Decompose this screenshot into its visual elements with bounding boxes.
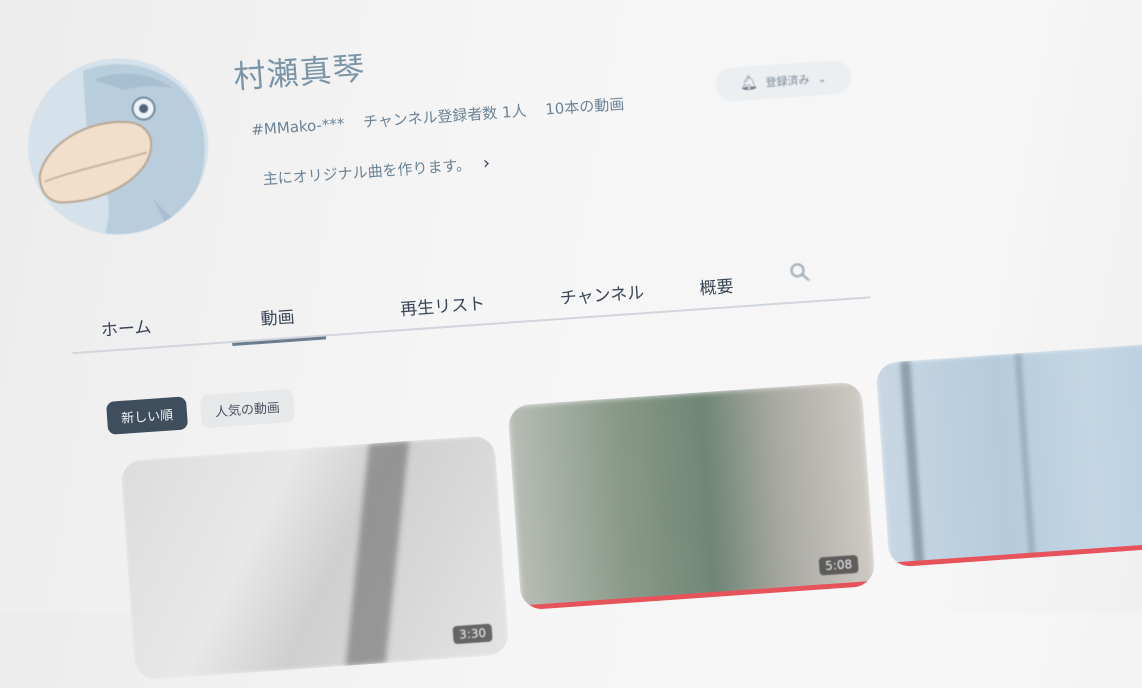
channel-meta: #MMako-*** チャンネル登録者数 1人 10本の動画: [251, 92, 639, 140]
chevron-down-icon: ⌄: [817, 71, 828, 85]
channel-tabs: ホーム 動画 再生リスト チャンネル 概要: [69, 256, 871, 355]
video-duration: 3:30: [452, 623, 493, 645]
chip-newest[interactable]: 新しい順: [106, 396, 189, 435]
tab-videos[interactable]: 動画: [260, 303, 295, 330]
channel-handle: #MMako-***: [250, 114, 345, 140]
video-thumbnail: [120, 434, 510, 681]
tab-home[interactable]: ホーム: [100, 313, 152, 341]
subscribed-button[interactable]: 🔔︎ 登録済み ⌄: [714, 59, 853, 103]
bell-icon: 🔔︎: [739, 74, 759, 92]
shoebill-bird-icon: [22, 52, 215, 241]
search-icon[interactable]: [788, 260, 811, 283]
video-card[interactable]: [875, 342, 1142, 568]
tab-playlists[interactable]: 再生リスト: [399, 289, 486, 320]
channel-description[interactable]: 主にオリジナル曲を作ります。 ›: [262, 152, 491, 190]
channel-avatar[interactable]: [22, 52, 215, 241]
description-text: 主にオリジナル曲を作ります。: [262, 155, 472, 189]
subscribe-label: 登録済み: [765, 73, 810, 90]
tab-channels[interactable]: チャンネル: [559, 278, 645, 309]
chip-popular[interactable]: 人気の動画: [199, 388, 295, 429]
chevron-right-icon: ›: [482, 152, 491, 175]
video-count: 10本の動画: [544, 95, 625, 119]
video-duration: 5:08: [818, 554, 859, 576]
video-card[interactable]: 3:30: [120, 434, 510, 681]
subscriber-count: チャンネル登録者数 1人: [362, 101, 528, 132]
video-card[interactable]: 5:08: [507, 381, 876, 611]
sort-chips: 新しい順 人気の動画: [106, 388, 295, 435]
tab-about[interactable]: 概要: [699, 272, 734, 299]
channel-name: 村瀬真琴: [232, 49, 367, 97]
video-thumbnail: [507, 381, 876, 611]
channel-page: 村瀬真琴 #MMako-*** チャンネル登録者数 1人 10本の動画 主にオリ…: [0, 0, 1142, 681]
